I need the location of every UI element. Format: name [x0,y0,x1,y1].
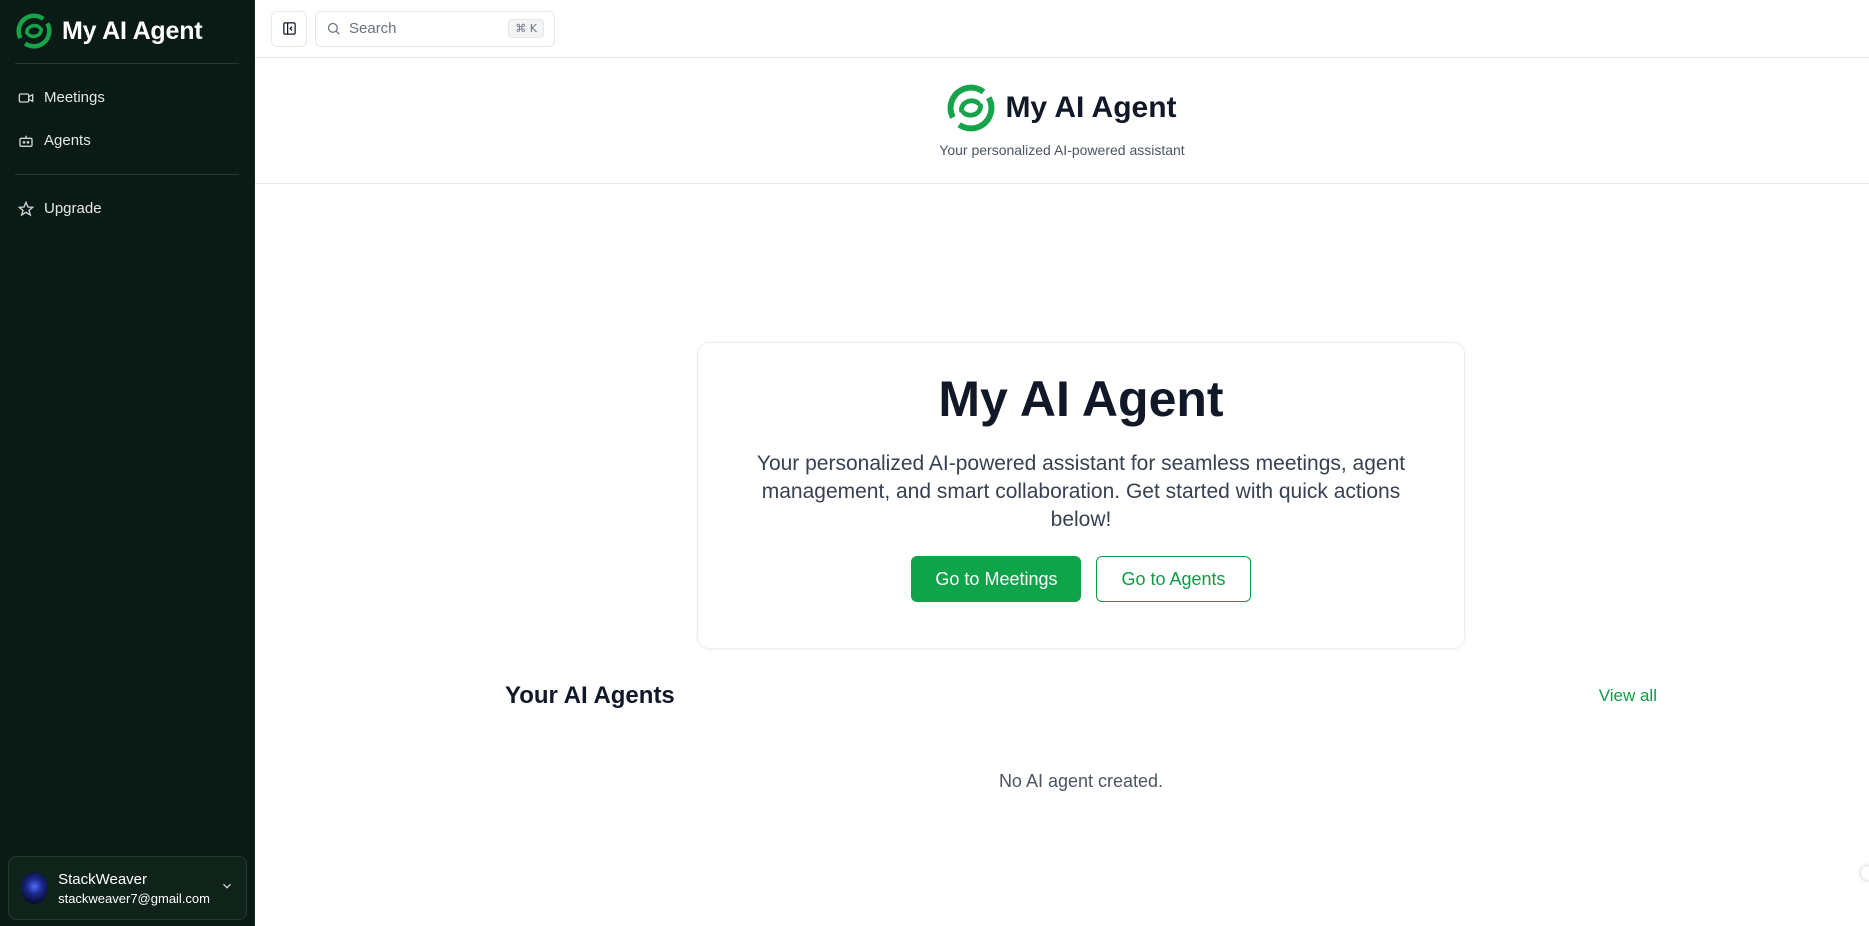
sidebar-item-label: Agents [44,132,91,149]
sidebar-toggle-button[interactable] [271,10,307,47]
search-input[interactable]: Search ⌘ K [315,10,555,47]
user-name: StackWeaver [58,870,148,888]
go-to-agents-button[interactable]: Go to Agents [1096,556,1251,602]
hero-title: My AI Agent [938,371,1224,427]
agents-section-header: Your AI Agents View all [505,682,1657,710]
user-menu[interactable]: StackWeaver stackweaver7@gmail.com [8,856,247,920]
page-title: My AI Agent [1005,90,1177,124]
floating-widget-handle[interactable] [1861,866,1869,880]
sidebar-brand-title: My AI Agent [62,16,203,45]
app-root: My AI Agent Meetings Agents Upgrade Stac… [0,0,1869,926]
sidebar: My AI Agent Meetings Agents Upgrade Stac… [0,0,255,926]
sidebar-brand[interactable]: My AI Agent [0,0,254,61]
sidebar-divider [15,174,239,175]
header-brand: My AI Agent [947,84,1177,132]
search-placeholder: Search [349,20,397,37]
sidebar-item-agents[interactable]: Agents [8,121,246,160]
page-header: My AI Agent Your personalized AI-powered… [255,58,1869,184]
avatar [21,872,49,904]
logo-icon [948,84,995,131]
view-all-link[interactable]: View all [1599,686,1657,706]
go-to-meetings-button[interactable]: Go to Meetings [911,556,1082,602]
search-icon [327,22,340,35]
hero-card: My AI Agent Your personalized AI-powered… [697,342,1465,649]
agents-section-title: Your AI Agents [505,682,675,709]
star-icon [18,200,34,216]
hero-actions: Go to Meetings Go to Agents [911,556,1251,602]
video-icon [18,92,34,103]
panel-left-icon [282,22,296,35]
sidebar-item-meetings[interactable]: Meetings [8,78,246,117]
hero-description: Your personalized AI-powered assistant f… [756,452,1406,531]
agents-empty-message: No AI agent created. [998,771,1164,791]
bot-icon [19,135,33,147]
topbar: Search ⌘ K [255,0,1869,58]
main-content: Search ⌘ K My AI Agent Your personalized… [255,0,1869,926]
search-shortcut: ⌘ K [508,19,544,38]
sidebar-secondary-nav: Upgrade [0,177,254,240]
sidebar-item-label: Upgrade [44,200,102,217]
logo-icon [16,13,52,49]
user-info: StackWeaver stackweaver7@gmail.com [58,871,210,906]
page-subtitle: Your personalized AI-powered assistant [939,141,1185,158]
sidebar-item-upgrade[interactable]: Upgrade [8,189,246,228]
sidebar-item-label: Meetings [44,89,105,106]
sidebar-nav: Meetings Agents [0,66,254,172]
sidebar-divider [15,63,239,64]
chevron-down-icon [220,879,234,898]
user-email: stackweaver7@gmail.com [58,890,210,906]
